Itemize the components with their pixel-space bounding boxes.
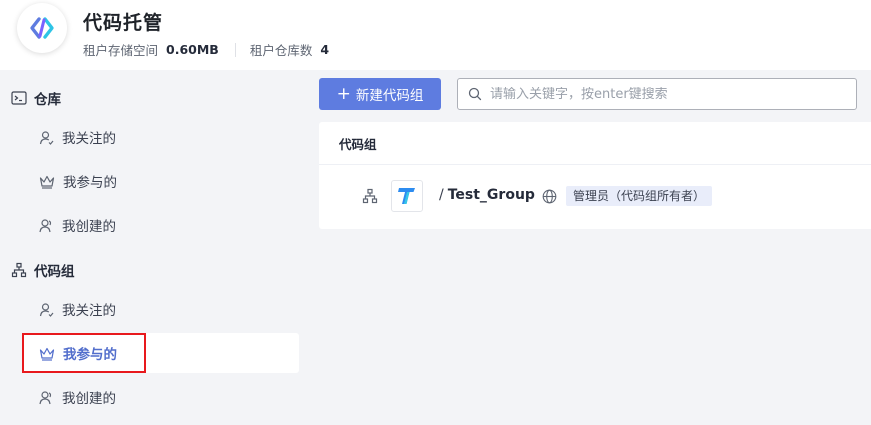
person-create-icon — [39, 390, 52, 404]
sidebar-item-groups-created[interactable]: 我创建的 — [22, 377, 299, 417]
globe-icon — [542, 189, 557, 204]
crown-icon — [39, 175, 55, 189]
person-follow-icon — [39, 302, 54, 317]
group-path-separator: / — [439, 187, 444, 203]
storage-label: 租户存储空间 — [83, 43, 159, 58]
sidebar-section-label: 代码组 — [34, 264, 75, 280]
sidebar-item-label: 我创建的 — [62, 219, 116, 235]
sidebar-item-label: 我关注的 — [62, 131, 116, 147]
sidebar-item-repos-created[interactable]: 我创建的 — [22, 205, 299, 245]
group-logo-icon — [398, 188, 415, 204]
person-create-icon — [39, 218, 52, 232]
group-name: Test_Group — [447, 187, 535, 203]
search-input[interactable] — [490, 86, 840, 102]
tree-icon — [11, 262, 27, 278]
search-box[interactable] — [457, 78, 857, 110]
sidebar-item-repos-participated[interactable]: 我参与的 — [22, 161, 299, 201]
sidebar-section-label: 仓库 — [34, 92, 61, 108]
group-list-card: 代码组 / Test_Group 管理员（代码组所有者） — [319, 122, 871, 229]
sidebar-section-repos[interactable]: 仓库 — [11, 88, 61, 108]
group-link[interactable]: / Test_Group — [439, 187, 535, 203]
new-group-button[interactable]: + 新建代码组 — [319, 78, 441, 110]
tenant-stats: 租户存储空间 0.60MB 租户仓库数 4 — [83, 40, 329, 59]
new-group-button-label: 新建代码组 — [355, 88, 424, 104]
terminal-icon — [11, 91, 27, 105]
app-title: 代码托管 — [83, 12, 164, 34]
sidebar-item-groups-participated[interactable]: 我参与的 — [22, 333, 299, 373]
crown-icon — [39, 347, 55, 361]
sidebar-section-groups[interactable]: 代码组 — [11, 260, 75, 280]
group-avatar[interactable] — [391, 180, 423, 212]
search-icon — [468, 87, 482, 101]
sidebar-item-label: 我参与的 — [63, 347, 117, 363]
plus-icon: + — [336, 83, 351, 104]
storage-value: 0.60MB — [166, 42, 219, 57]
repo-count-value: 4 — [320, 42, 330, 57]
sidebar-item-label: 我创建的 — [62, 391, 116, 407]
role-badge: 管理员（代码组所有者） — [566, 186, 713, 206]
tree-icon — [362, 188, 378, 204]
person-follow-icon — [39, 130, 54, 145]
codearts-logo-icon — [17, 3, 67, 53]
sidebar-item-repos-followed[interactable]: 我关注的 — [22, 117, 299, 157]
repo-count-label: 租户仓库数 — [249, 43, 313, 58]
group-list-header: 代码组 — [319, 122, 871, 165]
sidebar-item-label: 我参与的 — [63, 175, 117, 191]
sidebar-item-label: 我关注的 — [62, 303, 116, 319]
sidebar-item-groups-followed[interactable]: 我关注的 — [22, 289, 299, 329]
sidebar: 仓库 我关注的 我参与的 我创建的 代码组 我关注的 我参与的 我创建的 — [0, 70, 310, 425]
group-row[interactable]: / Test_Group 管理员（代码组所有者） — [319, 180, 871, 212]
top-header: 代码托管 租户存储空间 0.60MB 租户仓库数 4 — [0, 0, 871, 70]
stats-divider — [234, 42, 236, 57]
